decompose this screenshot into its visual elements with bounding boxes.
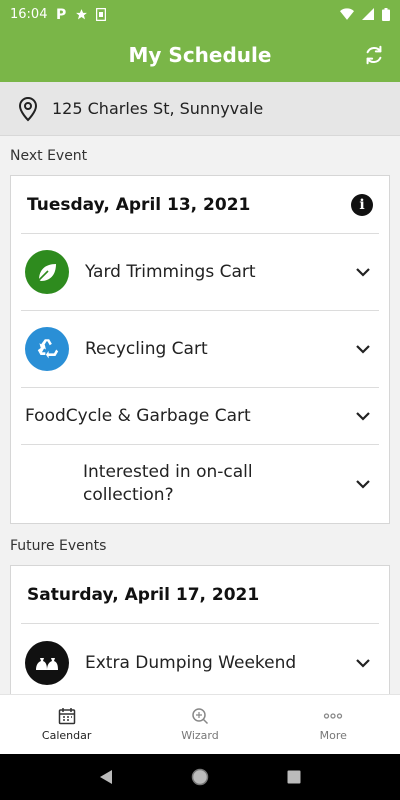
signal-icon <box>362 8 374 20</box>
chevron-down-icon[interactable] <box>353 339 373 359</box>
list-item-recycling[interactable]: Recycling Cart <box>21 311 379 388</box>
info-icon[interactable]: i <box>351 193 373 216</box>
list-item-on-call-collection[interactable]: Interested in on-call collection? <box>21 445 379 523</box>
status-time: 16:04 <box>10 6 48 22</box>
recents-icon[interactable] <box>287 770 301 784</box>
event-date: Tuesday, April 13, 2021 <box>27 194 251 215</box>
address-bar[interactable]: 125 Charles St, Sunnyvale <box>0 82 400 136</box>
list-item-yard-trimmings[interactable]: Yard Trimmings Cart <box>21 234 379 311</box>
dumping-bags-icon <box>25 641 69 685</box>
status-bar: 16:04 P <box>0 0 400 28</box>
system-nav-bar <box>0 754 400 800</box>
recycle-icon <box>25 327 69 371</box>
chevron-down-icon[interactable] <box>353 262 373 282</box>
leaf-icon <box>25 250 69 294</box>
nav-item-calendar[interactable]: Calendar <box>0 695 133 754</box>
event-date-header: Tuesday, April 13, 2021 i <box>21 176 379 234</box>
back-icon[interactable] <box>99 769 113 785</box>
list-item-label: Recycling Cart <box>85 338 208 359</box>
chevron-down-icon[interactable] <box>353 653 373 673</box>
home-icon[interactable] <box>191 768 209 786</box>
list-item-label: FoodCycle & Garbage Cart <box>25 405 251 426</box>
future-event-card: Saturday, April 17, 2021 Extra Dumping W… <box>10 565 390 705</box>
list-item-label: Yard Trimmings Cart <box>85 261 256 282</box>
nav-label: More <box>319 729 347 742</box>
refresh-button[interactable] <box>360 41 388 69</box>
wifi-icon <box>340 8 354 20</box>
nav-item-wizard[interactable]: Wizard <box>133 695 266 754</box>
list-item-extra-dumping[interactable]: Extra Dumping Weekend <box>21 624 379 702</box>
more-dots-icon <box>324 713 343 719</box>
sim-notification-icon <box>96 7 107 21</box>
app-bar: My Schedule <box>0 28 400 82</box>
calendar-icon <box>58 708 75 725</box>
future-events-label: Future Events <box>10 538 107 554</box>
list-item-label: Extra Dumping Weekend <box>85 652 297 673</box>
svg-text:P: P <box>56 7 66 21</box>
battery-icon <box>382 7 390 21</box>
next-event-label: Next Event <box>10 148 88 164</box>
address-text: 125 Charles St, Sunnyvale <box>52 99 264 118</box>
event-date-header: Saturday, April 17, 2021 <box>21 566 379 624</box>
refresh-icon <box>366 45 382 65</box>
next-event-card: Tuesday, April 13, 2021 i Yard Trimmings… <box>10 175 390 524</box>
nav-item-more[interactable]: More <box>267 695 400 754</box>
event-date: Saturday, April 17, 2021 <box>27 584 260 605</box>
page-title: My Schedule <box>128 43 272 67</box>
nav-label: Wizard <box>181 729 219 742</box>
location-pin-icon <box>18 96 38 121</box>
chevron-down-icon[interactable] <box>353 474 373 494</box>
list-item-label: Interested in on-call collection? <box>83 462 253 505</box>
wizard-icon <box>192 708 209 725</box>
nav-label: Calendar <box>41 729 92 742</box>
parking-notification-icon: P <box>55 7 67 21</box>
chevron-down-icon[interactable] <box>353 406 373 426</box>
list-item-foodcycle-garbage[interactable]: FoodCycle & Garbage Cart <box>21 388 379 445</box>
star-notification-icon <box>75 8 88 21</box>
bottom-nav: Calendar Wizard More <box>0 694 400 754</box>
